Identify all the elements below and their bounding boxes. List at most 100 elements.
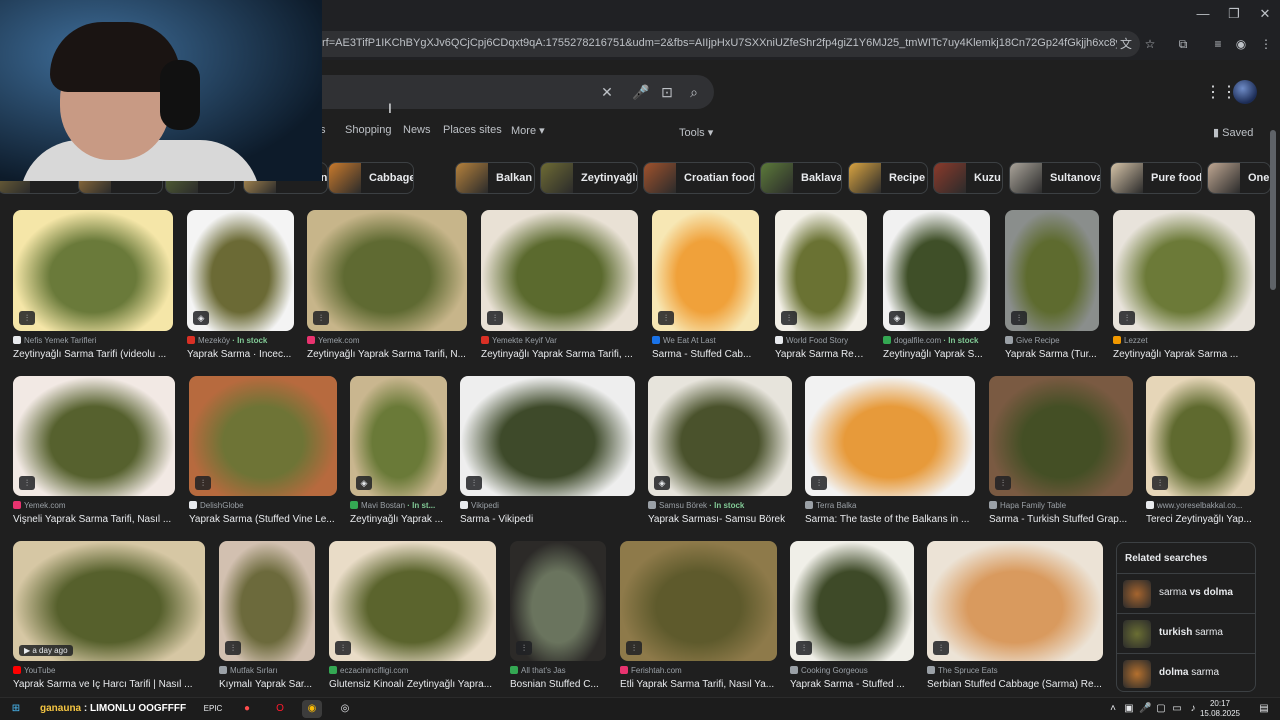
chip-kuzu[interactable]: Kuzu (933, 162, 1003, 194)
profile-icon[interactable]: ◉ (1233, 36, 1249, 52)
chip-recipe[interactable]: Recipe (848, 162, 928, 194)
related-search-item[interactable]: sarma vs dolma (1117, 573, 1255, 613)
search-icon[interactable]: ⌕ (685, 83, 703, 101)
image-result-card[interactable]: ⫶ Ferishtah.com Etli Yaprak Sarma Tarifi, … (620, 541, 777, 695)
result-source[interactable]: Ferishtah.com (620, 666, 777, 678)
result-thumbnail[interactable]: ⫶ (510, 541, 606, 661)
tab-shopping[interactable]: Shopping (345, 124, 392, 136)
start-icon[interactable]: ⊞ (6, 700, 26, 718)
result-source[interactable]: Yemekte Keyif Var (481, 336, 638, 348)
epic-games-icon[interactable]: EPIC (203, 700, 223, 718)
result-source[interactable]: Cooking Gorgeous (790, 666, 914, 678)
image-result-card[interactable]: ⫶ DelishGlobe Yaprak Sarma (Stuffed Vine L… (189, 376, 337, 530)
notifications-icon[interactable]: ▤ (1258, 703, 1270, 715)
result-source[interactable]: Samsu Börek · In stock (648, 501, 792, 513)
result-title[interactable]: Sarma - Vikipedi (460, 514, 635, 528)
result-thumbnail[interactable]: ⫶ (481, 210, 638, 331)
result-source[interactable]: Mezeköy · In stock (187, 336, 294, 348)
result-title[interactable]: Zeytinyağlı Yaprak S... (883, 349, 990, 363)
result-thumbnail[interactable]: ⫶ (460, 376, 635, 496)
result-title[interactable]: Sarma: The taste of the Balkans in ... (805, 514, 975, 528)
image-result-card[interactable]: ⫶ Yemek.com Vişneli Yaprak Sarma Tarifi, N… (13, 376, 175, 530)
image-result-card[interactable]: ◈ Samsu Börek · In stock Yaprak Sarması- S… (648, 376, 792, 530)
result-source[interactable]: Mavi Bostan · In st... (350, 501, 447, 513)
result-title[interactable]: Zeytinyağlı Yaprak Sarma Tarifi, ... (481, 349, 638, 363)
result-title[interactable]: Yaprak Sarma ve İç Harcı Tarifi | Nasıl … (13, 679, 205, 693)
tab-more[interactable]: More ▾ (511, 124, 545, 137)
result-thumbnail[interactable]: ◈ (648, 376, 792, 496)
result-thumbnail[interactable]: ⫶ (652, 210, 759, 331)
opera-icon[interactable]: O (270, 700, 290, 718)
capture-icon[interactable]: ▢ (1155, 703, 1167, 715)
result-thumbnail[interactable]: ⫶ (1146, 376, 1255, 496)
result-title[interactable]: Bosnian Stuffed C... (510, 679, 606, 693)
result-source[interactable]: We Eat At Last (652, 336, 759, 348)
image-result-card[interactable]: ⫶ World Food Story Yaprak Sarma Rec... (775, 210, 867, 365)
image-result-card[interactable]: ⫶ Nefis Yemek Tarifleri Zeytinyağlı Sarma … (13, 210, 173, 365)
result-source[interactable]: YouTube (13, 666, 205, 678)
menu-kebab-icon[interactable]: ⋮ (1258, 36, 1274, 52)
result-thumbnail[interactable]: ⫶ (329, 541, 496, 661)
tools-button[interactable]: Tools ▾ (679, 126, 713, 139)
result-source[interactable]: eczacinincifligi.com (329, 666, 496, 678)
tab-news[interactable]: News (403, 124, 431, 136)
result-title[interactable]: Yaprak Sarma Rec... (775, 349, 867, 363)
result-title[interactable]: Zeytinyağlı Yaprak Sarma Tarifi, N... (307, 349, 467, 363)
chip-pure-food[interactable]: Pure food (1110, 162, 1202, 194)
result-thumbnail[interactable]: ⫶ (13, 376, 175, 496)
result-thumbnail[interactable]: ⫶ (1005, 210, 1099, 331)
result-source[interactable]: Lezzet (1113, 336, 1255, 348)
result-title[interactable]: Kıymalı Yaprak Sar... (219, 679, 315, 693)
url-text[interactable]: rf=AE3TifP1IKChBYgXJv6QCjCpj6CDqxt9qA:17… (322, 37, 1117, 49)
result-title[interactable]: Yaprak Sarma · İncec... (187, 349, 294, 363)
clock[interactable]: 20:17 15.08.2025 (1200, 699, 1240, 719)
image-result-card[interactable]: ▶ a day ago YouTube Yaprak Sarma ve İç Har… (13, 541, 205, 695)
result-thumbnail[interactable]: ◈ (187, 210, 294, 331)
image-result-card[interactable]: ⫶ Give Recipe Yaprak Sarma (Tur... (1005, 210, 1099, 365)
result-title[interactable]: Zeytinyağlı Yaprak Sarma ... (1113, 349, 1255, 363)
image-result-card[interactable]: ⫶ Yemekte Keyif Var Zeytinyağlı Yaprak Sar… (481, 210, 638, 365)
scrollbar[interactable] (1270, 130, 1276, 290)
result-title[interactable]: Etli Yaprak Sarma Tarifi, Nasıl Ya... (620, 679, 777, 693)
result-title[interactable]: Yaprak Sarma (Stuffed Vine Le... (189, 514, 337, 528)
result-thumbnail[interactable]: ⫶ (307, 210, 467, 331)
reading-list-icon[interactable]: ≡ (1210, 36, 1226, 52)
result-source[interactable]: All that's Jas (510, 666, 606, 678)
image-result-card[interactable]: ⫶ Terra Balka Sarma: The taste of the Balk… (805, 376, 975, 530)
saved-button[interactable]: ▮ Saved (1213, 126, 1253, 139)
result-title[interactable]: Glutensiz Kinoalı Zeytinyağlı Yapra... (329, 679, 496, 693)
result-title[interactable]: Tereci Zeytinyağlı Yap... (1146, 514, 1255, 528)
result-source[interactable]: dogalfile.com · In stock (883, 336, 990, 348)
related-search-item[interactable]: dolma sarma (1117, 653, 1255, 691)
result-source[interactable]: Terra Balka (805, 501, 975, 513)
apps-grid-icon[interactable]: ⋮⋮ (1205, 84, 1237, 102)
result-thumbnail[interactable]: ⫶ (189, 376, 337, 496)
image-result-card[interactable]: ⫶ We Eat At Last Sarma - Stuffed Cab... (652, 210, 759, 365)
image-result-card[interactable]: ⫶ Yemek.com Zeytinyağlı Yaprak Sarma Tarif… (307, 210, 467, 365)
image-result-card[interactable]: ⫶ Vikipedi Sarma - Vikipedi (460, 376, 635, 530)
clear-search-icon[interactable]: ✕ (598, 83, 616, 101)
chip-sultanova[interactable]: Sultanova (1009, 162, 1101, 194)
result-thumbnail[interactable]: ▶ a day ago (13, 541, 205, 661)
result-title[interactable]: Yaprak Sarma (Tur... (1005, 349, 1099, 363)
tray-app-icon[interactable]: ▣ (1123, 703, 1135, 715)
result-title[interactable]: Sarma - Turkish Stuffed Grap... (989, 514, 1133, 528)
image-result-card[interactable]: ⫶ eczacinincifligi.com Glutensiz Kinoalı Z… (329, 541, 496, 695)
tray-chevron-up-icon[interactable]: ˄ (1107, 703, 1119, 715)
minimize-icon[interactable]: — (1188, 4, 1218, 24)
chip-croatian-food[interactable]: Croatian food (643, 162, 755, 194)
image-result-card[interactable]: ⫶ Cooking Gorgeous Yaprak Sarma - Stuffed … (790, 541, 914, 695)
result-source[interactable]: Mutfak Sırları (219, 666, 315, 678)
related-search-item[interactable]: turkish sarma (1117, 613, 1255, 653)
result-title[interactable]: Yaprak Sarma - Stuffed ... (790, 679, 914, 693)
chrome-icon[interactable]: ◉ (302, 700, 322, 718)
network-icon[interactable]: ▭ (1171, 703, 1183, 715)
lens-search-icon[interactable]: ⊡ (658, 83, 676, 101)
extensions-icon[interactable]: ⧉ (1175, 36, 1191, 52)
image-result-card[interactable]: ⫶ The Spruce Eats Serbian Stuffed Cabbage … (927, 541, 1103, 695)
result-source[interactable]: Hapa Family Table (989, 501, 1133, 513)
result-thumbnail[interactable]: ⫶ (1113, 210, 1255, 331)
result-source[interactable]: Yemek.com (307, 336, 467, 348)
result-title[interactable]: Zeytinyağlı Sarma Tarifi (videolu ... (13, 349, 173, 363)
result-thumbnail[interactable]: ⫶ (620, 541, 777, 661)
